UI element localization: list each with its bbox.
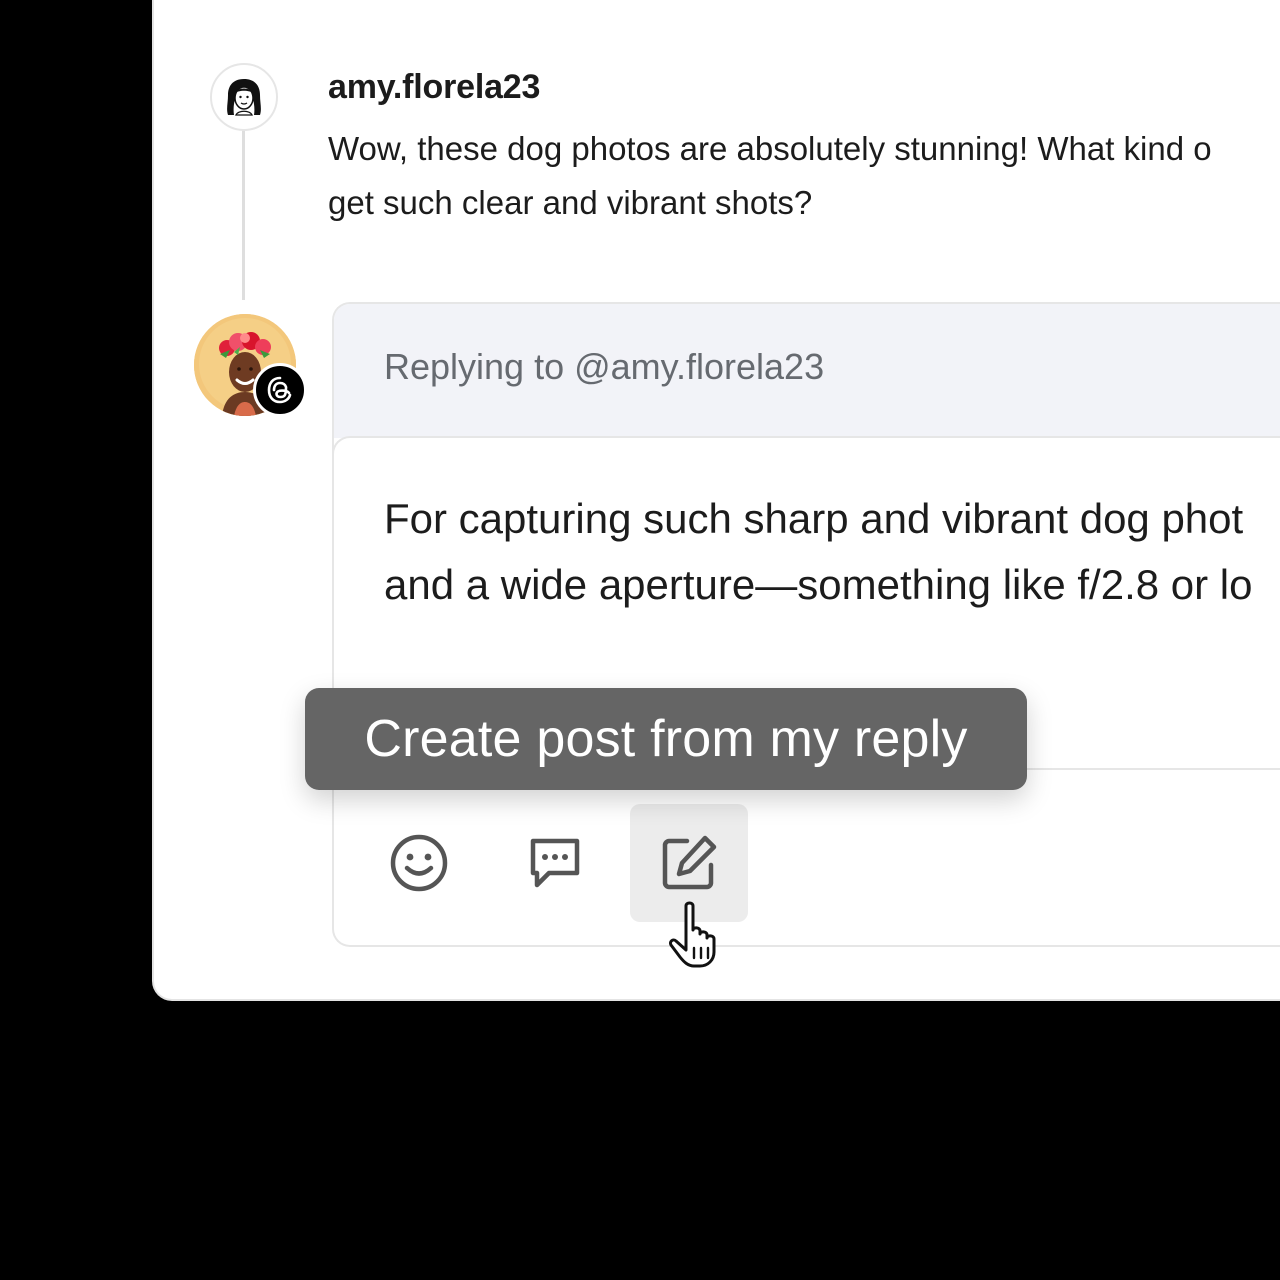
reply-text-line-2: and a wide aperture—something like f/2.8…	[384, 561, 1253, 608]
emoji-icon	[390, 834, 448, 892]
reply-header: Replying to @amy.florela23	[334, 304, 1280, 438]
threads-logo-icon	[267, 376, 292, 404]
conversation-panel: amy.florela23 Wow, these dog photos are …	[152, 0, 1280, 1001]
create-post-tooltip: Create post from my reply	[305, 688, 1027, 790]
comment-text: Wow, these dog photos are absolutely stu…	[328, 122, 1280, 230]
thread-connector-line	[242, 130, 245, 300]
reply-card: Replying to @amy.florela23 For capturing…	[332, 302, 1280, 947]
threads-badge	[253, 363, 307, 417]
message-button[interactable]	[496, 804, 614, 922]
emoji-button[interactable]	[360, 804, 478, 922]
reply-text-line-1: For capturing such sharp and vibrant dog…	[384, 495, 1244, 542]
message-dots-icon	[530, 838, 580, 888]
reply-text: For capturing such sharp and vibrant dog…	[384, 486, 1280, 618]
replying-to-label: Replying to @amy.florela23	[384, 346, 825, 387]
illustrated-woman-avatar-icon	[227, 79, 261, 116]
comment-username[interactable]: amy.florela23	[328, 68, 540, 107]
edit-post-icon	[662, 835, 717, 890]
hand-pointer-cursor-icon	[669, 901, 716, 968]
comment-text-line-1: Wow, these dog photos are absolutely stu…	[328, 130, 1212, 167]
amy-avatar[interactable]	[210, 63, 278, 131]
comment-text-line-2: get such clear and vibrant shots?	[328, 184, 813, 221]
